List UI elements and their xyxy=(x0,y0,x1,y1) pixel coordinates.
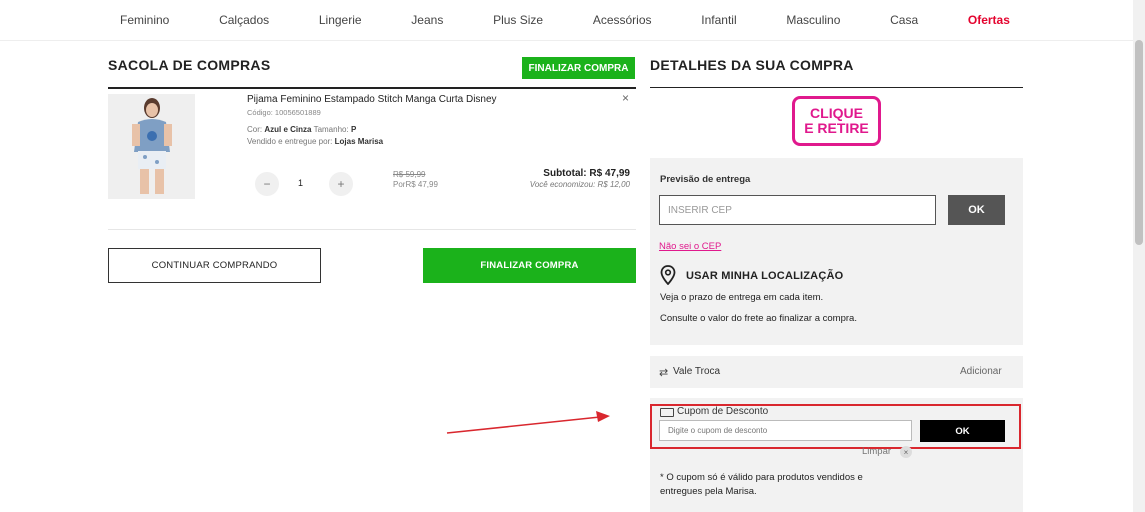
finalize-purchase-button[interactable]: FINALIZAR COMPRA xyxy=(423,248,636,283)
coupon-clear-link[interactable]: Limpar xyxy=(862,446,891,457)
nav-item-casa[interactable]: Casa xyxy=(890,13,918,27)
subtotal: Subtotal: R$ 47,99 xyxy=(543,168,630,179)
coupon-label: Cupom de Desconto xyxy=(677,406,769,417)
bag-divider xyxy=(108,87,636,89)
price-original: R$ 59,99 xyxy=(393,170,426,179)
nav-item-ofertas[interactable]: Ofertas xyxy=(968,13,1010,27)
quantity-decrease-button[interactable]: − xyxy=(255,172,279,196)
product-attributes: Cor: Azul e Cinza Tamanho: P xyxy=(247,125,356,134)
nav-item-feminino[interactable]: Feminino xyxy=(120,13,169,27)
logo-line1: CLIQUE xyxy=(810,105,863,121)
color-label: Cor: xyxy=(247,125,263,134)
product-image[interactable] xyxy=(108,94,195,199)
product-code: Código: 10056501889 xyxy=(247,108,321,117)
product-photo xyxy=(108,94,195,199)
nav-item-calcados[interactable]: Calçados xyxy=(219,13,269,27)
delivery-label: Previsão de entrega xyxy=(660,174,751,185)
page: Feminino Calçados Lingerie Jeans Plus Si… xyxy=(0,0,1145,512)
scrollbar-thumb[interactable] xyxy=(1135,40,1143,245)
logo-line2: E RETIRE xyxy=(804,120,869,136)
quantity-increase-button[interactable]: + xyxy=(329,172,353,196)
coupon-note-1: * O cupom só é válido para produtos vend… xyxy=(660,472,863,483)
product-seller: Vendido e entregue por: Lojas Marisa xyxy=(247,137,383,146)
vale-troca-add-link[interactable]: Adicionar xyxy=(960,366,1002,377)
coupon-clear-icon[interactable]: × xyxy=(900,446,912,458)
exchange-icon: ⇄ xyxy=(659,367,669,379)
top-nav: Feminino Calçados Lingerie Jeans Plus Si… xyxy=(100,0,1030,40)
location-pin-icon[interactable] xyxy=(660,265,676,285)
nav-item-acessorios[interactable]: Acessórios xyxy=(593,13,652,27)
finalize-top-button[interactable]: FINALIZAR COMPRA xyxy=(522,57,635,79)
seller-value: Lojas Marisa xyxy=(334,137,384,146)
coupon-note-2: entregues pela Marisa. xyxy=(660,486,757,497)
annotation-arrow-icon xyxy=(446,411,610,434)
coupon-ok-button[interactable]: OK xyxy=(920,420,1005,442)
cep-input[interactable]: INSERIR CEP xyxy=(659,195,936,225)
ticket-icon xyxy=(660,408,674,417)
continue-shopping-button[interactable]: CONTINUAR COMPRANDO xyxy=(108,248,321,283)
remove-item-icon[interactable]: × xyxy=(622,91,629,105)
seller-label: Vendido e entregue por: xyxy=(247,137,333,146)
details-title: DETALHES DA SUA COMPRA xyxy=(650,57,854,73)
nav-item-jeans[interactable]: Jeans xyxy=(411,13,443,27)
clique-e-retire-logo: CLIQUE E RETIRE xyxy=(792,96,881,146)
vale-troca-label: Vale Troca xyxy=(673,366,721,377)
savings: Você economizou: R$ 12,00 xyxy=(529,180,630,189)
size-label: Tamanho: xyxy=(313,125,349,134)
delivery-note-1: Veja o prazo de entrega em cada item. xyxy=(660,292,824,303)
nav-item-plus-size[interactable]: Plus Size xyxy=(493,13,543,27)
size-value: P xyxy=(350,125,357,134)
nav-item-infantil[interactable]: Infantil xyxy=(701,13,736,27)
price-current: PorR$ 47,99 xyxy=(393,180,438,189)
nav-divider xyxy=(0,40,1133,41)
product-name[interactable]: Pijama Feminino Estampado Stitch Manga C… xyxy=(247,94,497,105)
nao-sei-cep-link[interactable]: Não sei o CEP xyxy=(659,241,721,252)
item-divider xyxy=(108,229,636,230)
delivery-note-2: Consulte o valor do frete ao finalizar a… xyxy=(660,313,857,324)
use-location-link[interactable]: USAR MINHA LOCALIZAÇÃO xyxy=(686,270,843,282)
bag-title: SACOLA DE COMPRAS xyxy=(108,57,271,73)
coupon-input[interactable]: Digite o cupom de desconto xyxy=(659,420,912,441)
cep-ok-button[interactable]: OK xyxy=(948,195,1005,225)
color-value: Azul e Cinza xyxy=(264,125,312,134)
details-divider xyxy=(650,87,1023,88)
nav-item-masculino[interactable]: Masculino xyxy=(786,13,840,27)
quantity-value: 1 xyxy=(298,178,304,188)
nav-item-lingerie[interactable]: Lingerie xyxy=(319,13,362,27)
page-scrollbar[interactable] xyxy=(1133,0,1145,512)
